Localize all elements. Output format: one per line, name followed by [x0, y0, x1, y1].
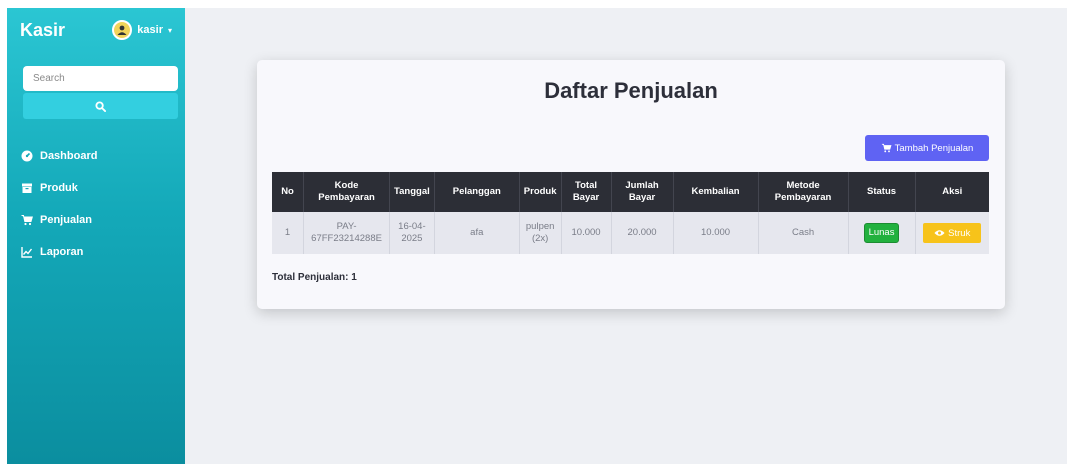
sidebar-header: Kasir kasir ▾ — [7, 8, 185, 52]
search-input[interactable] — [23, 66, 178, 91]
sidebar-item-dashboard[interactable]: Dashboard — [7, 141, 185, 171]
chart-line-icon — [21, 246, 33, 258]
column-header: Aksi — [915, 172, 989, 212]
sidebar-item-label: Laporan — [40, 246, 84, 258]
avatar — [112, 20, 133, 40]
cell-aksi: Struk — [915, 212, 989, 254]
caret-down-icon: ▾ — [167, 25, 172, 35]
column-header: Total Bayar — [561, 172, 612, 212]
table-row: 1 PAY-67FF23214288E 16-04-2025 afa pulpe… — [272, 212, 989, 254]
struk-label: Struk — [948, 227, 971, 239]
sidebar-item-label: Produk — [40, 182, 78, 194]
cell-kembalian: 10.000 — [673, 212, 759, 254]
sidebar-item-laporan[interactable]: Laporan — [7, 237, 185, 267]
status-badge: Lunas — [863, 222, 900, 244]
cell-metode: Cash — [758, 212, 849, 254]
column-header: Tanggal — [389, 172, 435, 212]
sidebar-item-penjualan[interactable]: Penjualan — [7, 205, 185, 235]
cart-icon — [21, 214, 33, 226]
column-header: Kembalian — [673, 172, 759, 212]
user-name: kasir — [137, 24, 163, 36]
cell-no: 1 — [272, 212, 305, 254]
eye-icon — [934, 230, 945, 236]
sidebar-item-label: Dashboard — [40, 150, 98, 162]
sidebar-item-label: Penjualan — [40, 214, 92, 226]
column-header: Jumlah Bayar — [611, 172, 674, 212]
column-header: No — [272, 172, 305, 212]
cell-total-bayar: 10.000 — [561, 212, 612, 254]
add-sale-button[interactable]: Tambah Penjualan — [865, 135, 989, 161]
sidebar: Kasir kasir ▾ Dashboard — [7, 8, 185, 464]
sidebar-nav: Dashboard Produk Penjualan Laporan — [7, 141, 185, 267]
cell-status: Lunas — [848, 212, 916, 254]
cell-jumlah-bayar: 20.000 — [611, 212, 674, 254]
box-icon — [21, 182, 33, 194]
column-header: Status — [848, 172, 916, 212]
cell-tanggal: 16-04-2025 — [389, 212, 435, 254]
brand-logo[interactable]: Kasir — [20, 20, 65, 41]
table-header-row: No Kode Pembayaran Tanggal Pelanggan Pro… — [272, 172, 989, 212]
sales-table: No Kode Pembayaran Tanggal Pelanggan Pro… — [272, 172, 989, 254]
sales-card: Daftar Penjualan Tambah Penjualan No Kod… — [257, 60, 1005, 309]
cell-kode: PAY-67FF23214288E — [303, 212, 391, 254]
column-header: Pelanggan — [434, 172, 520, 212]
column-header: Kode Pembayaran — [303, 172, 391, 212]
search-button[interactable] — [23, 93, 178, 119]
column-header: Produk — [519, 172, 562, 212]
add-sale-label: Tambah Penjualan — [894, 142, 974, 154]
tachometer-icon — [21, 150, 33, 162]
user-menu[interactable]: kasir ▾ — [112, 20, 172, 40]
cell-produk: pulpen (2x) — [519, 212, 562, 254]
user-avatar-icon — [117, 25, 127, 35]
column-header: Metode Pembayaran — [758, 172, 849, 212]
struk-button[interactable]: Struk — [923, 223, 982, 243]
cell-pelanggan: afa — [434, 212, 520, 254]
page-title: Daftar Penjualan — [544, 78, 718, 103]
total-sales: Total Penjualan: 1 — [272, 272, 357, 283]
cart-icon — [881, 143, 892, 153]
sidebar-item-produk[interactable]: Produk — [7, 173, 185, 203]
search-icon — [95, 100, 106, 112]
